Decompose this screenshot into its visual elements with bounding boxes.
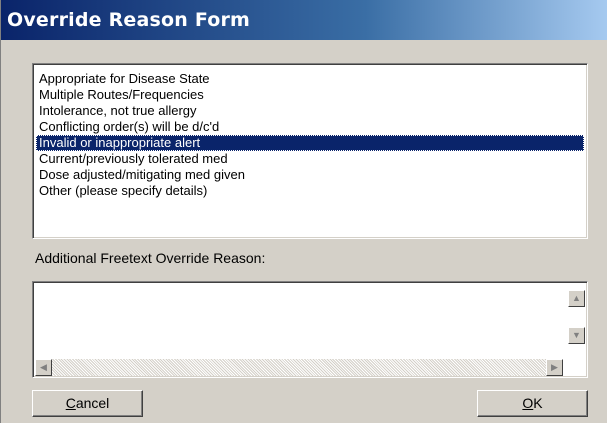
list-item-reason[interactable]: Conflicting order(s) will be d/c'd [36,119,584,135]
scroll-left-button[interactable]: ◀ [35,359,52,376]
freetext-label: Additional Freetext Override Reason: [35,250,266,266]
override-reason-dialog: Override Reason Form Appropriate for Dis… [0,0,607,423]
cancel-mnemonic: C [65,395,76,411]
arrow-right-icon: ▶ [551,362,558,372]
ok-button[interactable]: OK [477,390,588,417]
horizontal-scrollbar-track[interactable] [52,359,546,376]
scroll-down-button[interactable]: ▼ [568,327,585,344]
list-item-reason[interactable]: Other (please specify details) [36,183,584,199]
ok-mnemonic: O [522,395,534,411]
cancel-label: ancel [75,395,110,411]
list-item-reason[interactable]: Intolerance, not true allergy [36,103,584,119]
title-bar[interactable]: Override Reason Form [1,0,607,40]
cancel-button[interactable]: Cancel [32,390,143,417]
scroll-up-button[interactable]: ▲ [568,290,585,307]
arrow-down-icon: ▼ [572,330,581,340]
freetext-textarea[interactable]: ▲ ▼ ◀ ▶ [32,281,588,378]
list-item-reason[interactable]: Dose adjusted/mitigating med given [36,167,584,183]
window-title: Override Reason Form [7,9,251,31]
list-item-reason[interactable]: Multiple Routes/Frequencies [36,87,584,103]
scroll-right-button[interactable]: ▶ [546,359,563,376]
list-item-reason[interactable]: Appropriate for Disease State [36,71,584,87]
reason-listbox[interactable]: Appropriate for Disease State Multiple R… [32,63,588,239]
arrow-up-icon: ▲ [572,293,581,303]
list-item-reason[interactable]: Current/previously tolerated med [36,151,584,167]
ok-label: K [533,395,543,411]
arrow-left-icon: ◀ [40,362,47,372]
list-item-reason-selected[interactable]: Invalid or inappropriate alert [36,135,584,151]
